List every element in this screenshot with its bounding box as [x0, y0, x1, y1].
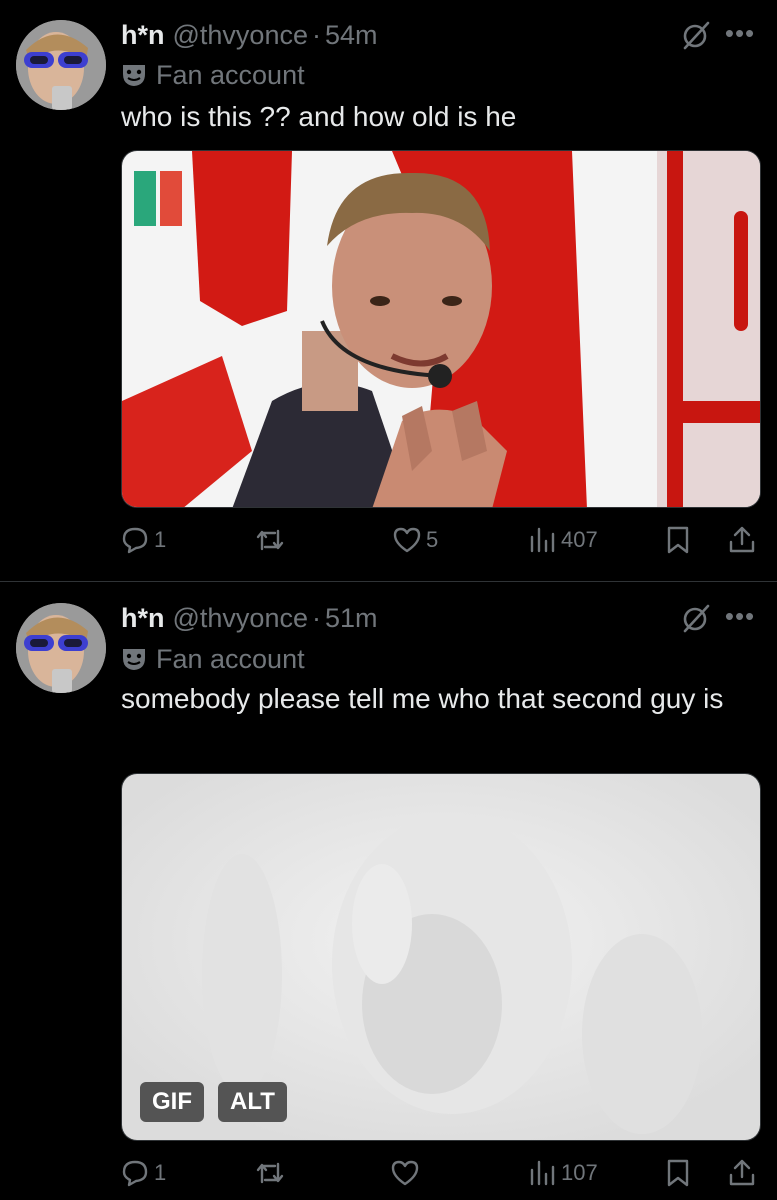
retweet-button[interactable]	[255, 520, 289, 560]
alt-badge[interactable]: ALT	[218, 1082, 287, 1122]
tweet-header: h*n @thvyonce · 51m	[121, 601, 777, 635]
views-button[interactable]: 107	[527, 1153, 598, 1193]
views-icon	[530, 527, 555, 553]
fan-account-text: Fan account	[156, 60, 305, 90]
more-icon[interactable]: •••	[723, 603, 757, 635]
share-icon	[729, 526, 755, 553]
bookmark-icon	[667, 526, 689, 554]
reply-icon	[122, 527, 148, 554]
gif-badge[interactable]: GIF	[140, 1082, 204, 1122]
like-count: 5	[426, 527, 439, 552]
reply-count: 1	[154, 1160, 167, 1185]
bookmark-button[interactable]	[663, 1153, 693, 1193]
tweet-actions: 1 107	[0, 1153, 777, 1193]
like-button[interactable]	[390, 1153, 424, 1193]
grok-icon[interactable]	[681, 20, 711, 50]
display-name[interactable]: h*n	[121, 20, 165, 50]
tweet-actions: 1 5 407	[0, 520, 777, 560]
avatar[interactable]	[16, 20, 106, 110]
tweet[interactable]: h*n @thvyonce · 54m ••• Fan account who is …	[0, 0, 777, 582]
bookmark-button[interactable]	[663, 520, 693, 560]
views-count: 407	[561, 527, 598, 552]
tweet[interactable]: h*n @thvyonce · 51m ••• Fan account somebod…	[0, 583, 777, 1200]
fan-account-text: Fan account	[156, 644, 305, 674]
fan-account-label: Fan account	[121, 58, 305, 92]
fan-account-label: Fan account	[121, 642, 305, 676]
tweet-divider	[0, 581, 777, 582]
display-name[interactable]: h*n	[121, 603, 165, 633]
bookmark-icon	[667, 1159, 689, 1187]
tweet-image[interactable]	[121, 150, 761, 508]
like-icon	[393, 527, 421, 553]
separator-dot: ·	[311, 603, 321, 633]
username[interactable]: @thvyonce	[173, 20, 308, 50]
timestamp[interactable]: 54m	[325, 20, 378, 50]
separator-dot: ·	[311, 20, 321, 50]
fan-account-mask-icon	[121, 61, 147, 86]
views-icon	[530, 1160, 555, 1186]
tweet-text: who is this ?? and how old is he	[121, 101, 517, 132]
reply-button[interactable]: 1	[120, 520, 166, 560]
username[interactable]: @thvyonce	[173, 603, 308, 633]
fan-account-mask-icon	[121, 645, 147, 670]
share-button[interactable]	[727, 1153, 757, 1193]
retweet-icon	[256, 1162, 284, 1184]
tweet-text: somebody please tell me who that second …	[121, 683, 724, 714]
timestamp[interactable]: 51m	[325, 603, 378, 633]
more-icon[interactable]: •••	[723, 20, 757, 52]
share-button[interactable]	[727, 520, 757, 560]
retweet-button[interactable]	[255, 1153, 289, 1193]
like-icon	[391, 1160, 419, 1186]
tweet-gif[interactable]: GIF ALT	[121, 773, 761, 1141]
reply-button[interactable]: 1	[120, 1153, 166, 1193]
views-count: 107	[561, 1160, 598, 1185]
retweet-icon	[256, 529, 284, 551]
like-button[interactable]: 5	[392, 520, 438, 560]
reply-icon	[122, 1160, 148, 1187]
tweet-header: h*n @thvyonce · 54m	[121, 18, 777, 52]
views-button[interactable]: 407	[527, 520, 598, 560]
grok-icon[interactable]	[681, 603, 711, 633]
reply-count: 1	[154, 527, 167, 552]
share-icon	[729, 1159, 755, 1186]
avatar[interactable]	[16, 603, 106, 693]
